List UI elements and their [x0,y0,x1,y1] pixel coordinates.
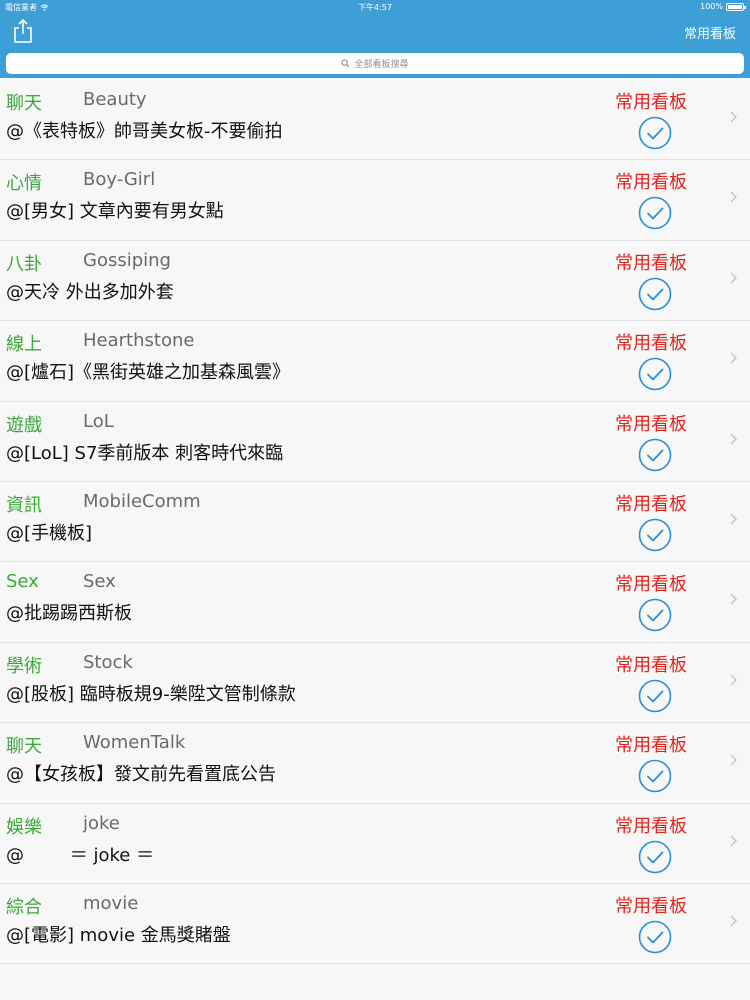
favorite-check-icon[interactable] [638,196,672,230]
favorite-label: 常用看板 [615,654,687,676]
chevron-right-icon [730,433,737,445]
clock: 下午4:57 [358,3,392,12]
board-category: 學術 [6,655,42,677]
board-category: 娛樂 [6,816,42,838]
favorite-label: 常用看板 [615,333,687,355]
board-name: Boy-Girl [83,169,156,191]
board-row[interactable]: 心情 Boy-Girl @[男女] 文章內要有男女點 常用看板 [0,160,750,241]
board-name: joke [83,812,120,834]
chevron-right-icon [730,352,737,364]
board-name: Hearthstone [83,330,195,352]
chevron-right-icon [730,915,737,927]
board-category: 心情 [6,173,42,195]
favorite-check-icon[interactable] [638,759,672,793]
favorite-check-icon[interactable] [638,438,672,472]
favorite-label: 常用看板 [615,574,687,596]
board-category: 聊天 [6,93,42,114]
favorite-label: 常用看板 [615,895,687,917]
chevron-right-icon [730,674,737,686]
favorite-check-icon[interactable] [638,920,672,954]
favorite-check-icon[interactable] [638,357,672,391]
board-category: 聊天 [6,736,42,758]
board-name: Beauty [83,89,147,110]
board-name: Stock [83,651,133,673]
board-row[interactable]: 娛樂 joke @ ＝ joke ＝ 常用看板 [0,803,750,884]
board-title: @[LoL] S7季前版本 刺客時代來臨 [6,442,284,464]
board-title: @天冷 外出多加外套 [6,281,174,303]
board-row[interactable]: 聊天 Beauty @《表特板》帥哥美女板-不要偷拍 常用看板 [0,80,750,161]
board-category: 綜合 [6,896,42,918]
status-bar: 電信業者 下午4:57 100% [0,0,750,14]
search-icon [341,59,350,68]
board-row[interactable]: 遊戲 LoL @[LoL] S7季前版本 刺客時代來臨 常用看板 [0,401,750,482]
search-input[interactable]: 全部看板搜尋 [6,53,744,74]
board-name: LoL [83,410,114,432]
board-list: 聊天 Beauty @《表特板》帥哥美女板-不要偷拍 常用看板 心情 Boy-Girl @[… [0,80,750,965]
search-placeholder: 全部看板搜尋 [354,60,409,70]
board-row[interactable]: 線上 Hearthstone @[爐石]《黑街英雄之加基森風雲》 常用看板 [0,321,750,402]
chevron-right-icon [730,111,737,123]
favorite-check-icon[interactable] [638,116,672,150]
board-title: @[手機板] [6,522,93,544]
board-category: 線上 [6,334,42,356]
battery-fill [728,4,742,9]
board-name: Sex [83,571,116,593]
favorite-label: 常用看板 [615,493,687,515]
favorite-label: 常用看板 [615,172,687,194]
chevron-right-icon [730,593,737,605]
board-name: WomenTalk [83,732,186,754]
board-title: @[股板] 臨時板規9-樂陞文管制條款 [6,683,296,705]
favorite-check-icon[interactable] [638,598,672,632]
favorites-button[interactable]: 常用看板 [684,23,736,42]
favorite-check-icon[interactable] [638,518,672,552]
chevron-right-icon [730,835,737,847]
search-bar: 全部看板搜尋 [0,50,750,78]
board-title: @[電影] movie 金馬獎賭盤 [6,924,231,946]
board-title: @ ＝ joke ＝ [6,844,155,866]
battery-indicator: 100% [700,2,746,11]
board-row[interactable]: 學術 Stock @[股板] 臨時板規9-樂陞文管制條款 常用看板 [0,642,750,724]
board-category: Sex [6,571,39,593]
board-title: @【女孩板】發文前先看置底公告 [6,764,276,786]
board-row[interactable]: 資訊 MobileComm @[手機板] 常用看板 [0,481,750,563]
battery-icon [726,2,746,11]
favorite-check-icon[interactable] [638,277,672,311]
favorite-label: 常用看板 [615,92,687,113]
chevron-right-icon [730,754,737,766]
board-name: MobileComm [83,490,201,512]
share-icon[interactable] [12,18,34,44]
board-name: movie [83,892,139,914]
board-name: Gossiping [83,249,171,271]
chevron-right-icon [730,191,737,203]
favorite-label: 常用看板 [615,815,687,837]
board-title: @《表特板》帥哥美女板-不要偷拍 [6,121,283,142]
chevron-right-icon [730,513,737,525]
favorite-check-icon[interactable] [638,840,672,874]
board-row[interactable]: Sex Sex @批踢踢西斯板 常用看板 [0,562,750,643]
board-row[interactable]: 八卦 Gossiping @天冷 外出多加外套 常用看板 [0,240,750,322]
favorite-label: 常用看板 [615,413,687,435]
board-row[interactable]: 聊天 WomenTalk @【女孩板】發文前先看置底公告 常用看板 [0,723,750,804]
chevron-right-icon [730,272,737,284]
board-category: 八卦 [6,253,42,275]
board-category: 遊戲 [6,414,42,436]
board-title: @[男女] 文章內要有男女點 [6,201,224,223]
favorite-check-icon[interactable] [638,679,672,713]
favorite-label: 常用看板 [615,252,687,274]
navigation-bar: 常用看板 [0,14,750,50]
favorite-label: 常用看板 [615,735,687,757]
board-title: @[爐石]《黑街英雄之加基森風雲》 [6,362,291,384]
board-title: @批踢踢西斯板 [6,603,132,625]
battery-percent: 100% [700,2,723,11]
board-row[interactable]: 綜合 movie @[電影] movie 金馬獎賭盤 常用看板 [0,883,750,965]
board-category: 資訊 [6,494,42,516]
